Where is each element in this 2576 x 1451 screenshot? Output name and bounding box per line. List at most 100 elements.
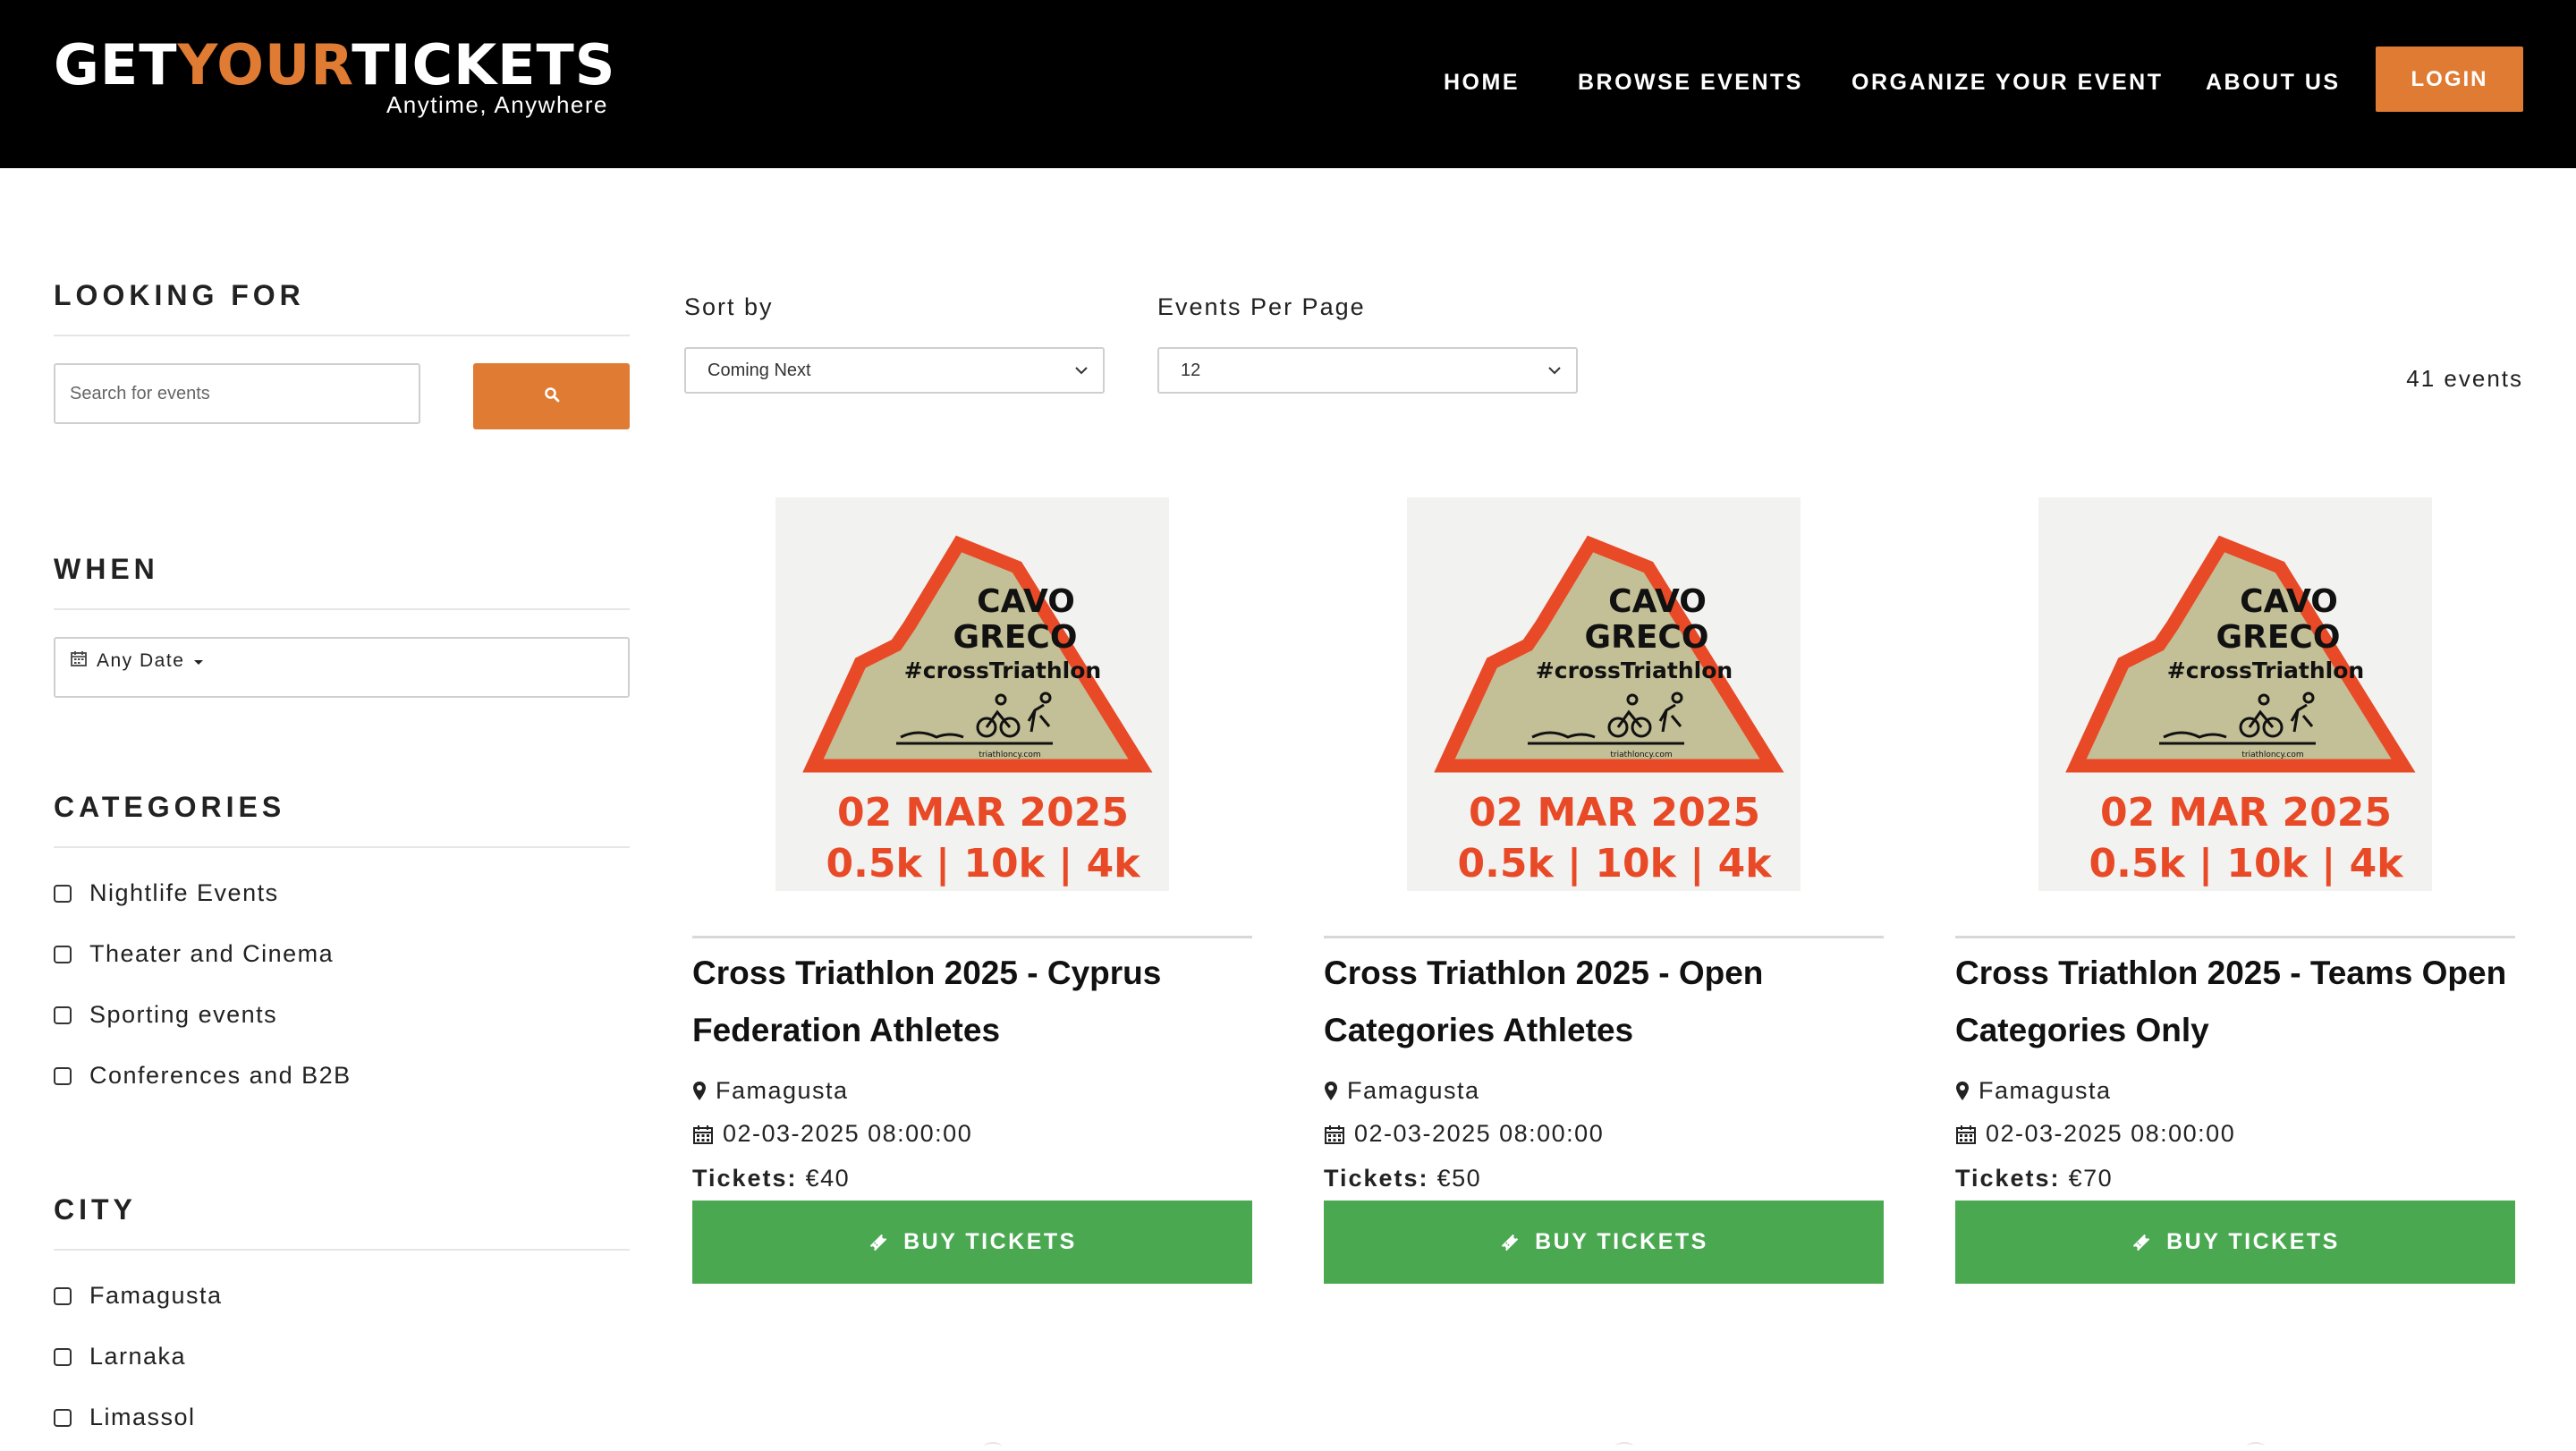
event-card: CAVO GRECO #crossTriathlon triathloncy.c… [1324,497,1884,1285]
svg-text:triathloncy.com: triathloncy.com [2241,751,2303,759]
svg-text:#crossTriathlon: #crossTriathlon [1536,658,1733,683]
svg-text:#crossTriathlon: #crossTriathlon [2167,658,2364,683]
svg-text:triathloncy.com: triathloncy.com [1610,751,1672,759]
svg-text:02 MAR 2025: 02 MAR 2025 [2100,790,2392,836]
event-card: CAVO GRECO #crossTriathlon triathloncy.c… [692,497,1252,1285]
event-location: Famagusta [1324,1077,1480,1105]
next-row-poster-edge [984,1442,1002,1451]
event-location: Famagusta [692,1077,849,1105]
checkbox[interactable] [54,1006,72,1024]
svg-text:GRECO: GRECO [2216,619,2341,656]
next-row-poster-edge [2247,1442,2265,1451]
category-checkbox-sporting[interactable]: Sporting events [54,1001,277,1029]
chevron-down-icon [1072,361,1090,385]
nav-browse-events[interactable]: BROWSE EVENTS [1578,70,1803,96]
card-divider [1955,936,2515,938]
city-heading: CITY [54,1193,137,1226]
next-row-poster-edge [1615,1442,1633,1451]
event-poster-image[interactable]: CAVO GRECO #crossTriathlon triathloncy.c… [775,497,1169,891]
site-logo[interactable]: GETYOURTICKETS Anytime, Anywhere [54,34,614,123]
caret-down-icon [193,650,204,672]
checkbox[interactable] [54,945,72,963]
svg-text:02 MAR 2025: 02 MAR 2025 [1469,790,1760,836]
event-datetime: 02-03-2025 08:00:00 [1955,1120,2235,1148]
city-checkbox-limassol[interactable]: Limassol [54,1404,196,1431]
divider [54,335,630,336]
events-count: 41 events [2406,365,2523,392]
sort-by-select[interactable]: Coming Next [684,347,1105,394]
checkbox[interactable] [54,1066,72,1085]
events-per-page-value: 12 [1181,360,1201,380]
search-input[interactable] [54,363,420,424]
sort-by-label: Sort by [684,293,774,320]
calendar-icon [1955,1124,1977,1145]
events-per-page-label: Events Per Page [1157,293,1366,320]
chevron-down-icon [1546,361,1563,385]
event-poster-image[interactable]: CAVO GRECO #crossTriathlon triathloncy.c… [1407,497,1801,891]
svg-text:#crossTriathlon: #crossTriathlon [904,658,1101,683]
event-price: Tickets: €50 [1324,1165,1482,1192]
event-title[interactable]: Cross Triathlon 2025 - Open Categories A… [1324,945,1884,1059]
svg-text:02 MAR 2025: 02 MAR 2025 [837,790,1129,836]
divider [54,1249,630,1251]
ticket-icon [1499,1232,1521,1253]
svg-text:triathloncy.com: triathloncy.com [979,751,1040,759]
event-datetime: 02-03-2025 08:00:00 [1324,1120,1604,1148]
divider [54,608,630,610]
svg-text:GRECO: GRECO [953,619,1078,656]
svg-text:CAVO: CAVO [2240,583,2338,620]
calendar-icon [1324,1124,1345,1145]
events-per-page-select[interactable]: 12 [1157,347,1578,394]
svg-text:CAVO: CAVO [1608,583,1707,620]
checkbox[interactable] [54,884,72,903]
map-marker-icon [692,1081,707,1102]
checkbox[interactable] [54,1347,72,1366]
divider [54,846,630,848]
svg-text:GRECO: GRECO [1585,619,1709,656]
checkbox[interactable] [54,1408,72,1427]
category-checkbox-conferences[interactable]: Conferences and B2B [54,1062,352,1090]
sort-by-value: Coming Next [708,360,811,380]
event-card: CAVO GRECO #crossTriathlon triathloncy.c… [1955,497,2515,1285]
checkbox[interactable] [54,1286,72,1305]
event-poster-image[interactable]: CAVO GRECO #crossTriathlon triathloncy.c… [2038,497,2432,891]
date-filter-label: Any Date [97,650,185,671]
calendar-icon [692,1124,714,1145]
event-price: Tickets: €40 [692,1165,851,1192]
categories-heading: CATEGORIES [54,791,286,823]
svg-text:0.5k | 10k | 4k: 0.5k | 10k | 4k [1458,841,1774,887]
search-button[interactable] [473,363,630,429]
site-header: GETYOURTICKETS Anytime, Anywhere HOME BR… [0,0,2576,168]
calendar-icon [70,649,88,673]
nav-home[interactable]: HOME [1444,70,1520,96]
map-marker-icon [1324,1081,1338,1102]
when-heading: WHEN [54,553,159,585]
category-checkbox-nightlife[interactable]: Nightlife Events [54,879,279,907]
city-checkbox-famagusta[interactable]: Famagusta [54,1282,223,1310]
login-button[interactable]: LOGIN [2376,47,2523,112]
search-icon [544,386,560,407]
nav-about-us[interactable]: ABOUT US [2206,70,2341,96]
card-divider [692,936,1252,938]
category-checkbox-theater[interactable]: Theater and Cinema [54,940,334,968]
ticket-icon [868,1232,889,1253]
event-location: Famagusta [1955,1077,2112,1105]
card-divider [1324,936,1884,938]
buy-tickets-button[interactable]: BUY TICKETS [1955,1201,2515,1284]
event-title[interactable]: Cross Triathlon 2025 - Teams Open Catego… [1955,945,2515,1059]
event-title[interactable]: Cross Triathlon 2025 - Cyprus Federation… [692,945,1252,1059]
logo-tagline: Anytime, Anywhere [386,91,608,118]
svg-text:0.5k | 10k | 4k: 0.5k | 10k | 4k [826,841,1142,887]
svg-text:0.5k | 10k | 4k: 0.5k | 10k | 4k [2089,841,2405,887]
city-checkbox-larnaka[interactable]: Larnaka [54,1343,186,1370]
event-price: Tickets: €70 [1955,1165,2114,1192]
buy-tickets-button[interactable]: BUY TICKETS [692,1201,1252,1284]
event-datetime: 02-03-2025 08:00:00 [692,1120,972,1148]
svg-text:CAVO: CAVO [977,583,1075,620]
logo-wordmark: GETYOURTICKETS [54,32,616,98]
looking-for-heading: LOOKING FOR [54,279,305,311]
date-filter-dropdown[interactable]: Any Date [54,637,630,698]
map-marker-icon [1955,1081,1970,1102]
nav-organize-event[interactable]: ORGANIZE YOUR EVENT [1852,70,2163,96]
buy-tickets-button[interactable]: BUY TICKETS [1324,1201,1884,1284]
